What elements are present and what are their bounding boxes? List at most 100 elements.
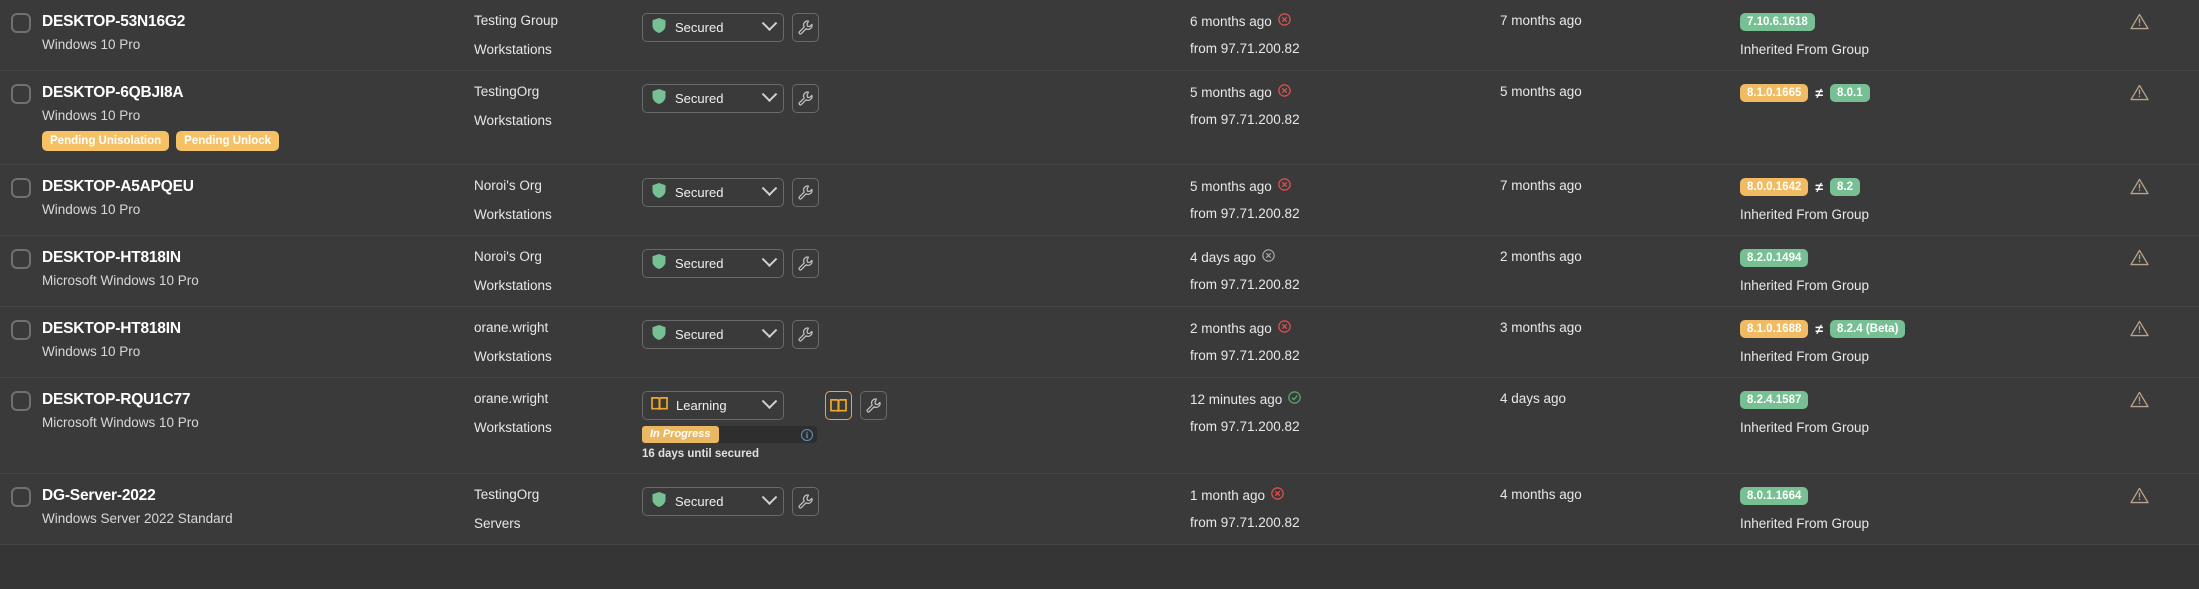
last-seen-label: 4 days ago — [1190, 249, 1257, 265]
hostname-cell: DESKTOP-HT818IN Microsoft Windows 10 Pro — [42, 249, 474, 288]
version-cell: 7.10.6.1618 Inherited From Group — [1740, 13, 2080, 57]
warning-cell — [2080, 249, 2199, 266]
state-select[interactable]: Secured — [642, 178, 784, 207]
checkbox-icon[interactable] — [11, 178, 31, 198]
os-label: Windows 10 Pro — [42, 108, 141, 123]
status-badge — [1278, 13, 1291, 29]
hostname-label: DESKTOP-HT818IN — [42, 320, 181, 337]
version-badges: 8.0.0.1642 ≠ 8.2 — [1740, 178, 2080, 196]
version-badge: 8.2.4 (Beta) — [1830, 320, 1906, 338]
group-name-label: orane.wright — [474, 391, 549, 406]
hostname-label: DESKTOP-53N16G2 — [42, 13, 186, 30]
until-secured-text: 16 days until secured — [642, 448, 759, 460]
state-cell: Secured — [642, 84, 1190, 113]
last-seen-label: 1 month ago — [1190, 487, 1266, 503]
wrench-settings-button[interactable] — [792, 178, 819, 207]
version-badge: 8.2 — [1830, 178, 1861, 196]
checkbox-icon[interactable] — [11, 13, 31, 33]
table-row[interactable]: DESKTOP-A5APQEU Windows 10 Pro Noroi's Org… — [0, 165, 2199, 236]
wrench-settings-button[interactable] — [792, 320, 819, 349]
state-label: Secured — [675, 91, 724, 106]
table-row[interactable]: DG-Server-2022 Windows Server 2022 Standa… — [0, 474, 2199, 545]
shield-icon — [651, 491, 667, 513]
book-icon — [651, 396, 668, 416]
checkbox-icon[interactable] — [11, 487, 31, 507]
shield-icon — [651, 182, 667, 204]
state-label: Secured — [675, 256, 724, 271]
updated-label: 4 months ago — [1500, 487, 1582, 502]
state-controls: Secured — [642, 320, 1190, 349]
state-select[interactable]: Secured — [642, 487, 784, 516]
state-select[interactable]: Secured — [642, 13, 784, 42]
updated-cell: 7 months ago — [1500, 178, 1740, 193]
version-badge: 8.0.1.1664 — [1740, 487, 1809, 505]
warning-cell — [2080, 178, 2199, 195]
wrench-settings-button[interactable] — [792, 13, 819, 42]
warning-cell — [2080, 13, 2199, 30]
warning-triangle-icon[interactable] — [2130, 391, 2149, 408]
warning-triangle-icon[interactable] — [2130, 249, 2149, 266]
not-equal-icon: ≠ — [1815, 321, 1824, 337]
group-name-label: TestingOrg — [474, 84, 540, 99]
state-cell: Learning In Progress i 16 days until secure… — [642, 391, 1190, 460]
version-badge: 8.0.0.1642 — [1740, 178, 1809, 196]
wrench-settings-button[interactable] — [792, 249, 819, 278]
warning-triangle-icon[interactable] — [2130, 487, 2149, 504]
updated-cell: 4 months ago — [1500, 487, 1740, 502]
wrench-settings-button[interactable] — [860, 391, 887, 420]
hostname-cell: DESKTOP-HT818IN Windows 10 Pro — [42, 320, 474, 359]
last-seen-label: 12 minutes ago — [1190, 391, 1283, 407]
group-cell: Testing Group Workstations — [474, 13, 642, 57]
hostname-label: DESKTOP-6QBJI8A — [42, 84, 184, 101]
warning-triangle-icon[interactable] — [2130, 84, 2149, 101]
warning-triangle-icon[interactable] — [2130, 320, 2149, 337]
checkbox-icon[interactable] — [11, 320, 31, 340]
table-row[interactable]: DESKTOP-53N16G2 Windows 10 Pro Testing Gro… — [0, 0, 2199, 71]
status-badge — [1278, 84, 1291, 100]
state-select[interactable]: Secured — [642, 320, 784, 349]
wrench-settings-button[interactable] — [792, 84, 819, 113]
last-seen-cell: 1 month ago from 97.71.200.82 — [1190, 487, 1500, 530]
os-label: Microsoft Windows 10 Pro — [42, 273, 199, 288]
updated-cell: 4 days ago — [1500, 391, 1740, 406]
inherited-label: Inherited From Group — [1740, 278, 1870, 293]
status-tag: Pending Unlock — [176, 131, 280, 151]
table-row[interactable]: DESKTOP-HT818IN Microsoft Windows 10 Pro N… — [0, 236, 2199, 307]
wrench-settings-button[interactable] — [792, 487, 819, 516]
state-select[interactable]: Learning — [642, 391, 784, 420]
warning-triangle-icon[interactable] — [2130, 178, 2149, 195]
group-name-label: orane.wright — [474, 320, 549, 335]
checkbox-icon[interactable] — [11, 249, 31, 269]
state-cell: Secured — [642, 320, 1190, 349]
last-seen-ip: from 97.71.200.82 — [1190, 277, 1300, 292]
last-seen-cell: 5 months ago from 97.71.200.82 — [1190, 178, 1500, 221]
state-select[interactable]: Secured — [642, 249, 784, 278]
chevron-down-icon — [761, 489, 778, 506]
learning-mode-button[interactable] — [825, 391, 852, 420]
last-seen-cell: 12 minutes ago from 97.71.200.82 — [1190, 391, 1500, 434]
hostname-label: DESKTOP-A5APQEU — [42, 178, 194, 195]
table-row[interactable]: DESKTOP-6QBJI8A Windows 10 Pro Pending Uni… — [0, 71, 2199, 165]
not-equal-icon: ≠ — [1815, 85, 1824, 101]
last-seen-ip: from 97.71.200.82 — [1190, 348, 1300, 363]
chevron-down-icon — [761, 251, 778, 268]
checkbox-icon[interactable] — [11, 84, 31, 104]
last-seen-line: 12 minutes ago — [1190, 391, 1500, 407]
version-cell: 8.2.0.1494 Inherited From Group — [1740, 249, 2080, 293]
info-icon[interactable]: i — [801, 428, 813, 441]
state-cell: Secured — [642, 178, 1190, 207]
table-row[interactable]: DESKTOP-HT818IN Windows 10 Pro orane.wrigh… — [0, 307, 2199, 378]
state-select[interactable]: Secured — [642, 84, 784, 113]
warning-triangle-icon[interactable] — [2130, 13, 2149, 30]
version-badge: 8.2.4.1587 — [1740, 391, 1809, 409]
updated-cell: 3 months ago — [1500, 320, 1740, 335]
last-seen-label: 5 months ago — [1190, 84, 1272, 100]
os-label: Windows 10 Pro — [42, 37, 141, 52]
table-row[interactable]: DESKTOP-RQU1C77 Microsoft Windows 10 Pro o… — [0, 378, 2199, 474]
shield-icon — [651, 253, 667, 275]
checkbox-icon[interactable] — [11, 391, 31, 411]
inherited-label: Inherited From Group — [1740, 207, 1870, 222]
version-cell: 8.0.0.1642 ≠ 8.2 Inherited From Group — [1740, 178, 2080, 222]
group-type-label: Workstations — [474, 42, 552, 57]
status-badge — [1262, 249, 1275, 265]
